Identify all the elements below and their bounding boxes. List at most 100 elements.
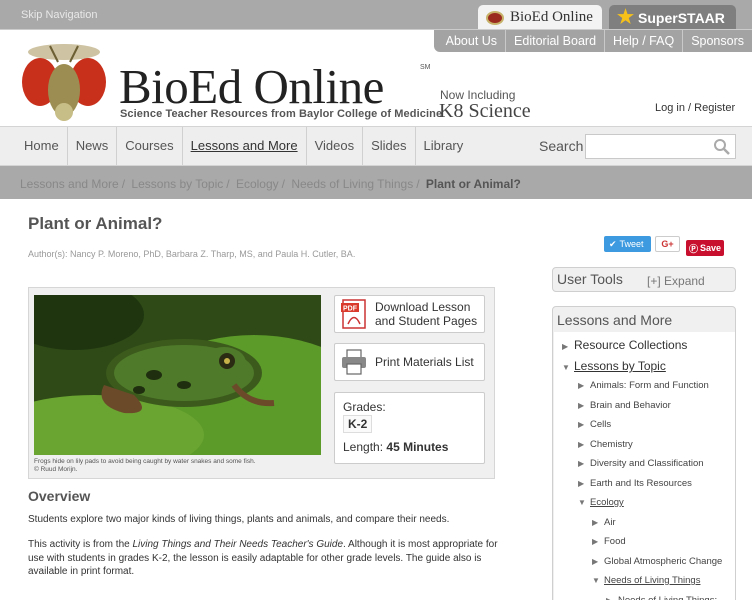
triangle-right-icon[interactable]: ▶ <box>578 420 590 429</box>
tree-item-air[interactable]: ▶ Air <box>592 517 616 528</box>
triangle-right-icon[interactable]: ▶ <box>592 557 604 566</box>
about-us-link[interactable]: About Us <box>438 30 505 52</box>
length-label: Length: <box>343 440 384 454</box>
tree-item-earth-and-its-resources[interactable]: ▶ Earth and Its Resources <box>578 478 692 489</box>
print-materials-button[interactable]: Print Materials List <box>334 343 485 381</box>
tree-item-label: Resource Collections <box>574 338 688 352</box>
download-lesson-button[interactable]: PDF Download Lesson and Student Pages <box>334 295 485 333</box>
tree-item-food[interactable]: ▶ Food <box>592 536 626 547</box>
breadcrumb-needs-of-living-things[interactable]: Needs of Living Things <box>291 177 413 191</box>
tree-item-cells[interactable]: ▶ Cells <box>578 419 611 430</box>
tree-item-needs-of-living-things[interactable]: ▶ Needs of Living Things: <box>606 595 717 600</box>
nav-videos[interactable]: Videos <box>307 127 364 165</box>
twitter-bird-icon: ✔ <box>609 238 617 249</box>
tree-item-brain-and-behavior[interactable]: ▶ Brain and Behavior <box>578 400 671 411</box>
user-tools-expand[interactable]: [+] Expand <box>647 274 705 288</box>
breadcrumb: Lessons and More / Lessons by Topic / Ecol… <box>20 177 521 191</box>
tree-item-label: Cells <box>590 419 612 430</box>
overview-paragraph-1: Students explore two major kinds of livi… <box>28 514 450 525</box>
lessons-and-more-title: Lessons and More <box>557 312 673 328</box>
tree-item-animals-form-and-function[interactable]: ▶ Animals: Form and Function <box>578 380 709 391</box>
svg-text:PDF: PDF <box>343 306 358 313</box>
lessons-tree: ▶ Resource Collections ▼ Lessons by Topic ▶ A… <box>554 332 735 600</box>
pinterest-save-button[interactable]: Ⓟ Save <box>686 240 724 256</box>
k8-science-logo[interactable]: K8 Science <box>439 100 531 123</box>
utility-nav: About Us Editorial Board Help / FAQ Spon… <box>433 30 752 52</box>
frog-photo <box>34 295 321 455</box>
tree-item-label: Air <box>604 516 616 528</box>
nav-lessons-and-more[interactable]: Lessons and More <box>183 127 307 165</box>
overview-paragraph-2: This activity is from the Living Things … <box>28 538 498 579</box>
teachers-guide-title: Living Things and Their Needs Teacher's … <box>132 539 344 550</box>
nav-slides[interactable]: Slides <box>363 127 416 165</box>
nav-library[interactable]: Library <box>416 127 472 165</box>
tree-item-label: Chemistry <box>590 438 633 450</box>
tweet-label: Tweet <box>619 239 644 249</box>
overview-p2-pre: This activity is from the <box>28 539 133 550</box>
tree-item-label: Lessons by Topic <box>574 359 666 373</box>
tree-item-needs-of-living-things[interactable]: ▼ Needs of Living Things <box>592 575 700 586</box>
triangle-right-icon[interactable]: ▶ <box>562 342 574 351</box>
triangle-right-icon[interactable]: ▶ <box>578 440 590 449</box>
tree-item-ecology[interactable]: ▼ Ecology <box>578 497 624 508</box>
print-materials-label: Print Materials List <box>375 355 474 369</box>
grades-length-box: Grades: K-2 Length: 45 Minutes <box>334 392 485 464</box>
superstaar-tab-label: SuperSTAAR <box>638 9 725 26</box>
search-input[interactable] <box>585 134 736 159</box>
triangle-down-icon[interactable]: ▼ <box>578 498 590 507</box>
user-tools-panel: User Tools [+] Expand <box>552 267 736 292</box>
tree-item-global-atmospheric-change[interactable]: ▶ Global Atmospheric Change <box>592 556 722 567</box>
tree-item-lessons-by-topic[interactable]: ▼ Lessons by Topic <box>562 359 666 373</box>
page-title: Plant or Animal? <box>28 214 163 233</box>
length-info: Length: 45 Minutes <box>343 440 448 454</box>
tree-item-diversity-and-classification[interactable]: ▶ Diversity and Classification <box>578 458 704 469</box>
site-logo-title[interactable]: BioEd Online <box>119 58 384 115</box>
service-mark: SM <box>420 64 431 71</box>
pdf-icon: PDF <box>341 299 366 329</box>
triangle-right-icon[interactable]: ▶ <box>578 459 590 468</box>
caption-line-1: Frogs hide on lily pads to avoid being c… <box>34 458 256 465</box>
breadcrumb-ecology[interactable]: Ecology <box>236 177 279 191</box>
google-plus-button[interactable]: G+ <box>655 236 680 252</box>
main-content: Plant or Animal? Author(s): Nancy P. Mor… <box>0 199 752 600</box>
triangle-down-icon[interactable]: ▼ <box>562 363 574 372</box>
triangle-down-icon[interactable]: ▼ <box>592 576 604 585</box>
authors: Author(s): Nancy P. Moreno, PhD, Barbara… <box>28 249 356 259</box>
breadcrumb-lessons-and-more[interactable]: Lessons and More <box>20 177 119 191</box>
triangle-right-icon[interactable]: ▶ <box>592 537 604 546</box>
fruit-fly-logo-icon[interactable] <box>18 42 110 124</box>
nav-news[interactable]: News <box>68 127 118 165</box>
nav-courses[interactable]: Courses <box>117 127 183 165</box>
tweet-button[interactable]: ✔ Tweet <box>604 236 651 252</box>
main-nav: Home News Courses Lessons and More Video… <box>0 126 752 166</box>
triangle-right-icon[interactable]: ▶ <box>592 518 604 527</box>
bioed-online-tab[interactable]: BioEd Online <box>478 5 602 30</box>
editorial-board-link[interactable]: Editorial Board <box>505 30 604 52</box>
overview-heading: Overview <box>28 488 91 504</box>
search-icon[interactable] <box>713 138 730 155</box>
help-faq-link[interactable]: Help / FAQ <box>604 30 682 52</box>
bioed-online-tab-label: BioEd Online <box>510 9 593 25</box>
triangle-right-icon[interactable]: ▶ <box>606 596 618 600</box>
grades-label: Grades: <box>343 400 386 414</box>
tree-item-resource-collections[interactable]: ▶ Resource Collections <box>562 338 687 352</box>
lesson-summary-box: Frogs hide on lily pads to avoid being c… <box>28 287 495 479</box>
nav-home[interactable]: Home <box>16 127 68 165</box>
sponsors-link[interactable]: Sponsors <box>682 30 752 52</box>
triangle-right-icon[interactable]: ▶ <box>578 401 590 410</box>
tree-item-label: Diversity and Classification <box>590 458 704 469</box>
skip-navigation-link[interactable]: Skip Navigation <box>21 9 97 21</box>
length-value: 45 Minutes <box>386 440 449 454</box>
superstaar-tab[interactable]: ★ SuperSTAAR <box>609 5 736 30</box>
printer-icon <box>342 349 366 375</box>
download-label-line-2: and Student Pages <box>375 314 478 328</box>
tree-item-chemistry[interactable]: ▶ Chemistry <box>578 439 633 450</box>
triangle-right-icon[interactable]: ▶ <box>578 381 590 390</box>
breadcrumb-lessons-by-topic[interactable]: Lessons by Topic <box>131 177 223 191</box>
download-lesson-label: Download Lesson and Student Pages <box>375 300 477 328</box>
register-link[interactable]: Register <box>694 102 735 114</box>
triangle-right-icon[interactable]: ▶ <box>578 479 590 488</box>
fly-icon <box>486 10 504 25</box>
login-link[interactable]: Log in <box>655 102 685 114</box>
site-tagline: Science Teacher Resources from Baylor Co… <box>120 108 443 120</box>
